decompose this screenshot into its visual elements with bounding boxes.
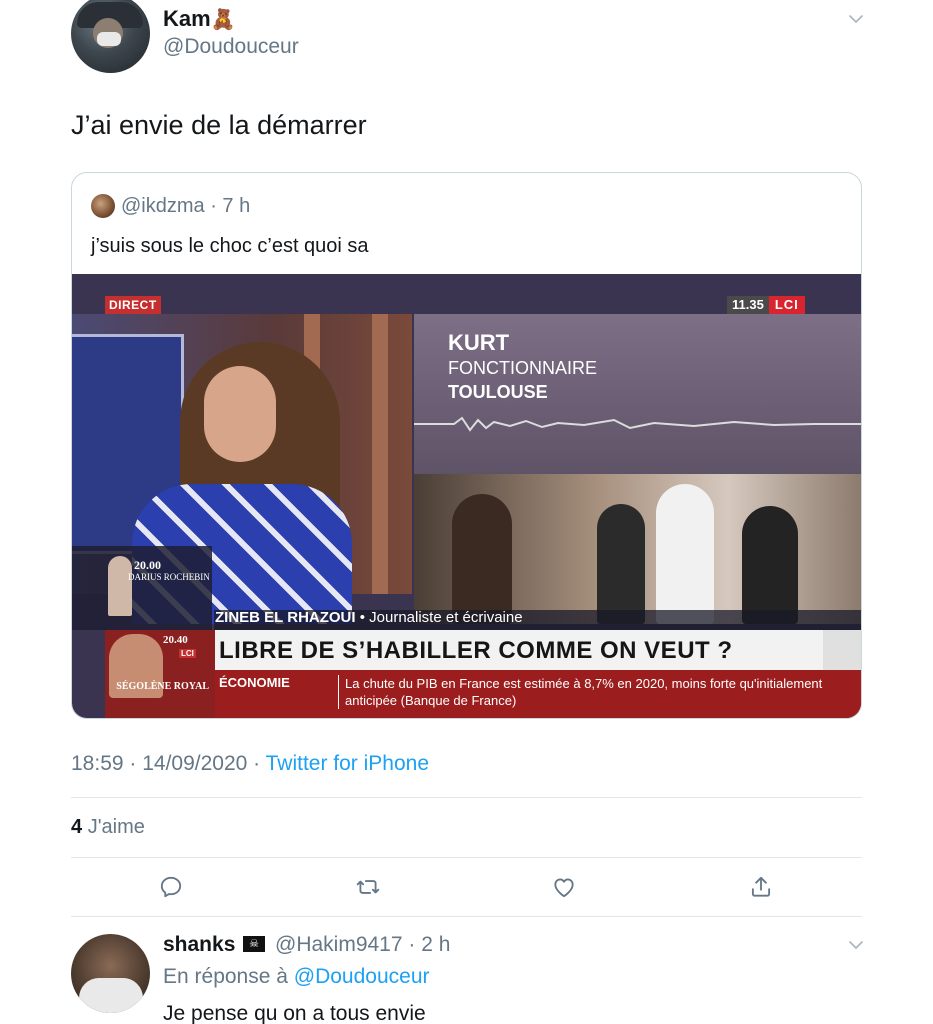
chevron-down-icon[interactable] — [847, 10, 865, 28]
reply-icon[interactable] — [158, 874, 184, 900]
teddy-bear-emoji: 🧸 — [210, 9, 236, 31]
ticker-category: ÉCONOMIE — [219, 675, 290, 690]
in-reply-to-mention[interactable]: @Doudouceur — [294, 965, 430, 988]
quoted-author-avatar — [91, 194, 115, 218]
author-avatar[interactable] — [71, 0, 150, 73]
interviewee-job: FONCTIONNAIRE — [448, 358, 598, 378]
channel-clock: 11.35 LCI — [727, 296, 805, 314]
ticker-text: La chute du PIB en France est estimée à … — [338, 675, 858, 709]
tweet-source-link[interactable]: Twitter for iPhone — [266, 752, 429, 775]
pirate-flag-icon: ☠ — [243, 936, 265, 952]
speaker-role: • Journaliste et écrivaine — [355, 609, 523, 626]
like-icon[interactable] — [551, 874, 577, 900]
in-reply-to-prefix: En réponse à — [163, 965, 294, 988]
chevron-down-icon[interactable] — [847, 936, 865, 954]
reply-author-handle[interactable]: @Hakim9417 · 2 h — [275, 933, 450, 957]
clock-time: 11.35 — [727, 296, 769, 314]
quoted-author-handle: @ikdzma · 7 h — [121, 195, 251, 217]
reply-text: Je pense qu on a tous envie — [163, 1002, 426, 1024]
interviewee-name: KURT — [448, 330, 510, 355]
author-display-name[interactable]: Kam🧸 — [163, 6, 236, 32]
schedule-1-name: DARIUS ROCHEBIN — [128, 572, 210, 582]
schedule-card-1: 20.00 DARIUS ROCHEBIN — [72, 546, 212, 630]
quoted-tweet-card[interactable]: @ikdzma · 7 h j’suis sous le choc c’est … — [71, 172, 862, 719]
live-badge: DIRECT — [105, 296, 161, 314]
share-icon[interactable] — [748, 874, 774, 900]
speaker-name: ZINEB EL RHAZOUI — [215, 609, 356, 626]
schedule-2-channel: LCI — [179, 649, 196, 658]
schedule-2-time: 20.40 — [163, 634, 188, 646]
divider — [71, 797, 862, 798]
retweet-icon[interactable] — [355, 874, 381, 900]
reply-author-avatar[interactable] — [71, 934, 150, 1013]
in-reply-to: En réponse à @Doudouceur — [163, 965, 430, 989]
tweet-meta: 18:59 · 14/09/2020 · Twitter for iPhone — [71, 752, 429, 776]
schedule-2-name: SÉGOLÈNE ROYAL — [116, 681, 209, 692]
likes-count: 4 — [71, 816, 83, 838]
channel-logo: LCI — [768, 296, 805, 314]
quoted-tweet-text: j’suis sous le choc c’est quoi sa — [91, 235, 369, 257]
broadcast-headline: LIBRE DE S’HABILLER COMME ON VEUT ? — [219, 637, 733, 664]
reply-author-name[interactable]: shanks — [163, 933, 235, 957]
divider — [71, 916, 862, 917]
likes-label: J'aime — [87, 816, 145, 838]
speaker-lower-third: ZINEB EL RHAZOUI • Journaliste et écriva… — [215, 609, 523, 626]
quoted-video[interactable]: DIRECT 11.35 LCI KURT FONCTIONNAIRE TOUL… — [72, 274, 861, 718]
likes-summary[interactable]: 4 J'aime — [71, 816, 145, 839]
tweet-timestamp: 18:59 · 14/09/2020 · — [71, 752, 266, 775]
divider — [71, 857, 862, 858]
author-name-text: Kam — [163, 6, 211, 31]
audio-waveform — [414, 416, 861, 432]
author-handle[interactable]: @Doudouceur — [163, 35, 299, 59]
interviewee-city: TOULOUSE — [448, 382, 548, 402]
tweet-text: J’ai envie de la démarrer — [71, 110, 367, 140]
schedule-1-time: 20.00 — [134, 558, 161, 572]
schedule-card-2: 20.40 LCI SÉGOLÈNE ROYAL — [105, 630, 215, 718]
